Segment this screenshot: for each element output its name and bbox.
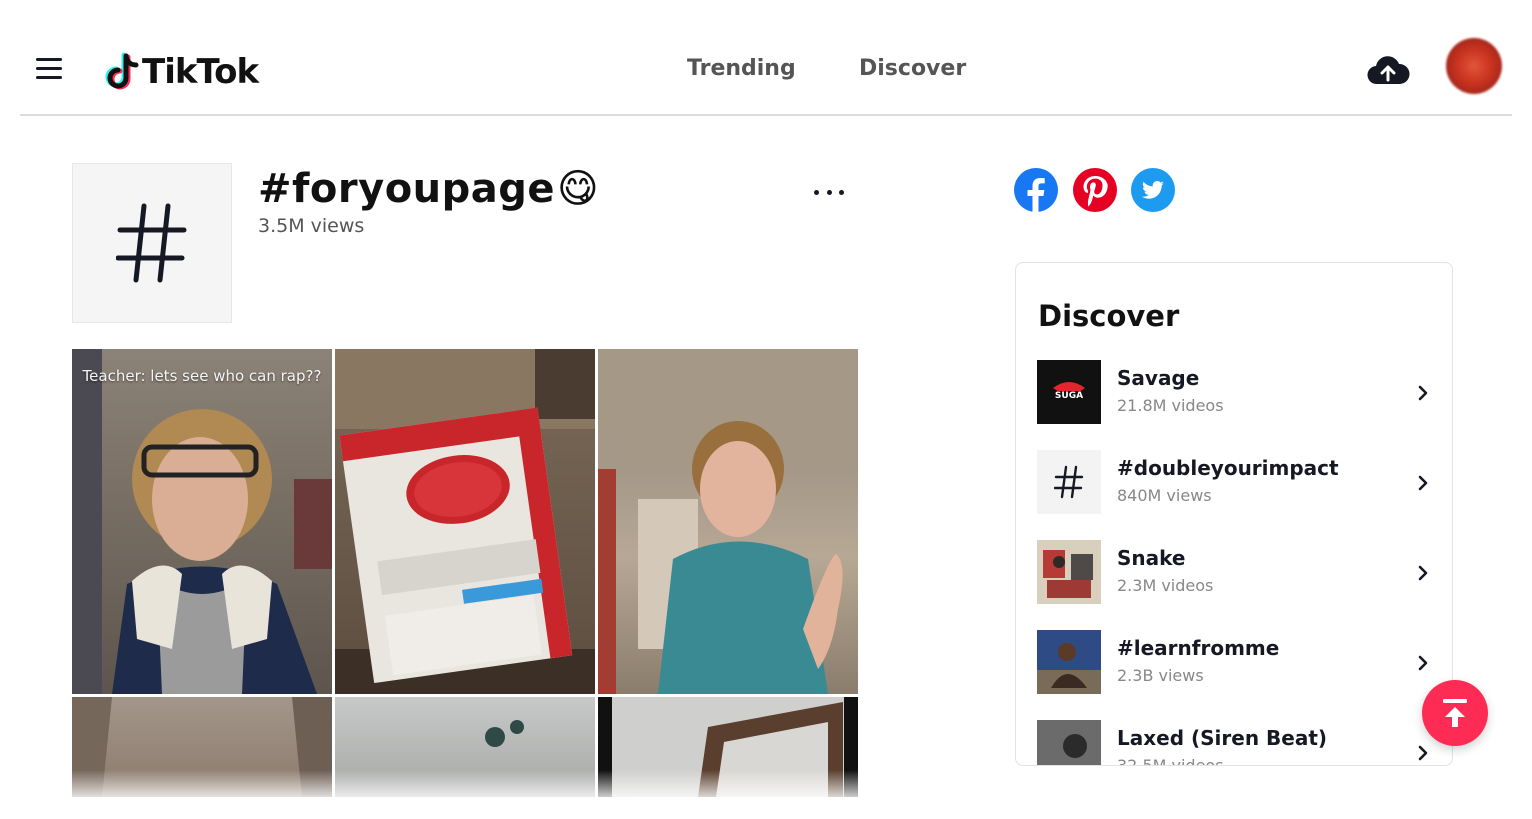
twitter-share-icon[interactable] — [1131, 168, 1175, 212]
video-thumbnail[interactable]: Teacher: lets see who can rap?? — [72, 349, 332, 694]
hashtag-avatar — [72, 163, 232, 323]
discover-item-savage[interactable]: SUGA Savage 21.8M videos — [1037, 360, 1437, 424]
nav-discover[interactable]: Discover — [859, 56, 966, 81]
video-thumbnail[interactable] — [335, 697, 595, 797]
hashtag-views: 3.5M views — [258, 215, 365, 237]
chevron-right-icon — [1418, 565, 1428, 581]
discover-thumb — [1037, 630, 1101, 694]
arrow-to-top-icon — [1443, 699, 1467, 727]
hashtag-icon — [116, 203, 187, 283]
discover-item-snake[interactable]: Snake 2.3M videos — [1037, 540, 1437, 604]
discover-title: Discover — [1038, 299, 1180, 333]
video-frame-room — [72, 697, 332, 797]
pinterest-share-icon[interactable] — [1073, 168, 1117, 212]
discover-panel: Discover SUGA Savage 21.8M videos #doubl… — [1015, 262, 1453, 766]
video-frame-cake-box — [335, 349, 595, 694]
discover-item-name: Savage — [1117, 366, 1200, 390]
discover-item-count: 2.3M videos — [1117, 576, 1214, 595]
hashtag-title-text: #foryoupage — [258, 166, 556, 212]
hashtag-title: #foryoupage 😋 — [258, 166, 599, 212]
tiktok-note-icon — [105, 52, 139, 90]
discover-item-laxed[interactable]: Laxed (Siren Beat) 32.5M videos — [1037, 720, 1437, 766]
yum-emoji: 😋 — [557, 166, 600, 212]
chevron-right-icon — [1418, 385, 1428, 401]
discover-item-count: 840M views — [1117, 486, 1212, 505]
discover-item-count: 21.8M videos — [1117, 396, 1224, 415]
chevron-right-icon — [1418, 475, 1428, 491]
discover-thumb: SUGA — [1037, 360, 1101, 424]
header-divider — [20, 114, 1512, 116]
thumb-text: SUGA — [1055, 391, 1083, 401]
user-avatar[interactable] — [1446, 38, 1502, 94]
facebook-share-icon[interactable] — [1014, 168, 1058, 212]
video-grid: Teacher: lets see who can rap?? — [72, 349, 858, 797]
more-options-icon[interactable] — [814, 186, 844, 198]
discover-item-doubleyourimpact[interactable]: #doubleyourimpact 840M views — [1037, 450, 1437, 514]
discover-thumb — [1037, 540, 1101, 604]
discover-item-learnfromme[interactable]: #learnfromme 2.3B views — [1037, 630, 1437, 694]
discover-item-name: #doubleyourimpact — [1117, 456, 1339, 480]
video-frame-boy-hoodie — [598, 349, 858, 694]
video-thumbnail[interactable] — [598, 697, 858, 797]
scroll-to-top-button[interactable] — [1422, 680, 1488, 746]
discover-item-name: Laxed (Siren Beat) — [1117, 726, 1328, 750]
hashtag-thumb — [1037, 450, 1101, 514]
discover-thumb — [1037, 720, 1101, 765]
video-frame-door — [598, 697, 858, 797]
tiktok-logo[interactable]: TikTok — [102, 50, 259, 94]
discover-item-name: Snake — [1117, 546, 1186, 570]
video-thumbnail[interactable] — [598, 349, 858, 694]
chevron-right-icon — [1418, 655, 1428, 671]
video-thumbnail[interactable] — [335, 349, 595, 694]
discover-item-name: #learnfromme — [1117, 636, 1280, 660]
nav-trending[interactable]: Trending — [687, 56, 796, 81]
video-frame-ceiling — [485, 720, 524, 747]
discover-item-count: 2.3B views — [1117, 666, 1204, 685]
chevron-right-icon — [1418, 745, 1428, 761]
top-bar: TikTok Trending Discover — [0, 0, 1532, 116]
logo-text: TikTok — [142, 52, 259, 92]
video-caption: Teacher: lets see who can rap?? — [82, 367, 322, 385]
hashtag-icon — [1054, 465, 1084, 499]
video-thumbnail[interactable] — [72, 697, 332, 797]
cloud-upload-icon[interactable] — [1366, 52, 1410, 88]
video-frame-teacher — [72, 349, 332, 694]
discover-item-count: 32.5M videos — [1117, 756, 1224, 766]
hamburger-menu-icon[interactable] — [36, 58, 63, 80]
